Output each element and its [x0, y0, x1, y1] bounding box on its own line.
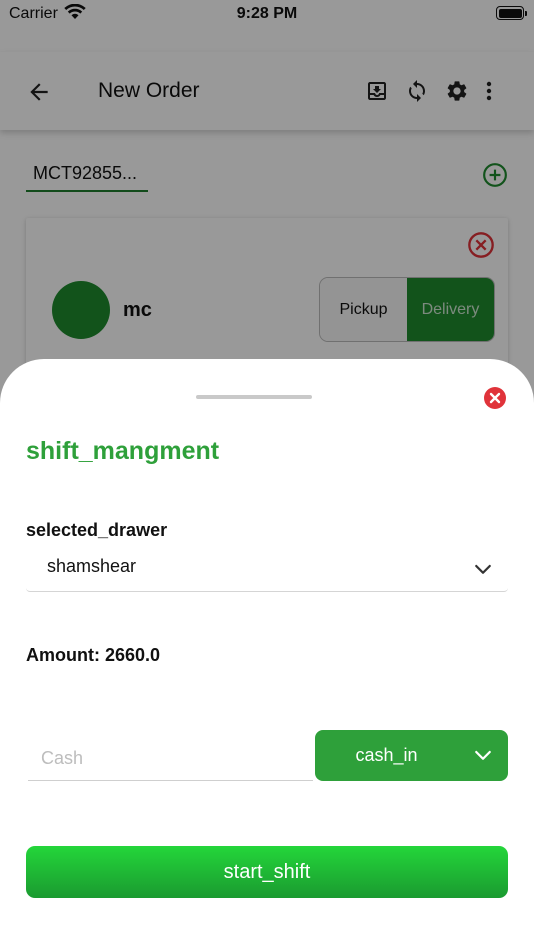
drawer-select[interactable]: shamshear	[26, 547, 508, 592]
cash-amount-input[interactable]	[28, 730, 313, 781]
amount-text: Amount: 2660.0	[26, 645, 161, 665]
cash-type-value: cash_in	[355, 745, 418, 765]
chevron-down-icon	[475, 750, 491, 760]
sheet-drag-handle[interactable]	[196, 395, 312, 399]
chevron-down-icon	[475, 564, 491, 574]
cash-type-select[interactable]: cash_in	[315, 730, 508, 781]
drawer-label: selected_drawer	[26, 520, 168, 540]
sheet-title: shift_mangment	[26, 437, 220, 465]
start-shift-button[interactable]: start_shift	[26, 846, 508, 898]
shift-management-sheet: shift_mangment selected_drawer shamshear…	[0, 359, 534, 950]
drawer-select-value: shamshear	[47, 556, 137, 576]
close-circle-icon[interactable]	[483, 386, 507, 410]
